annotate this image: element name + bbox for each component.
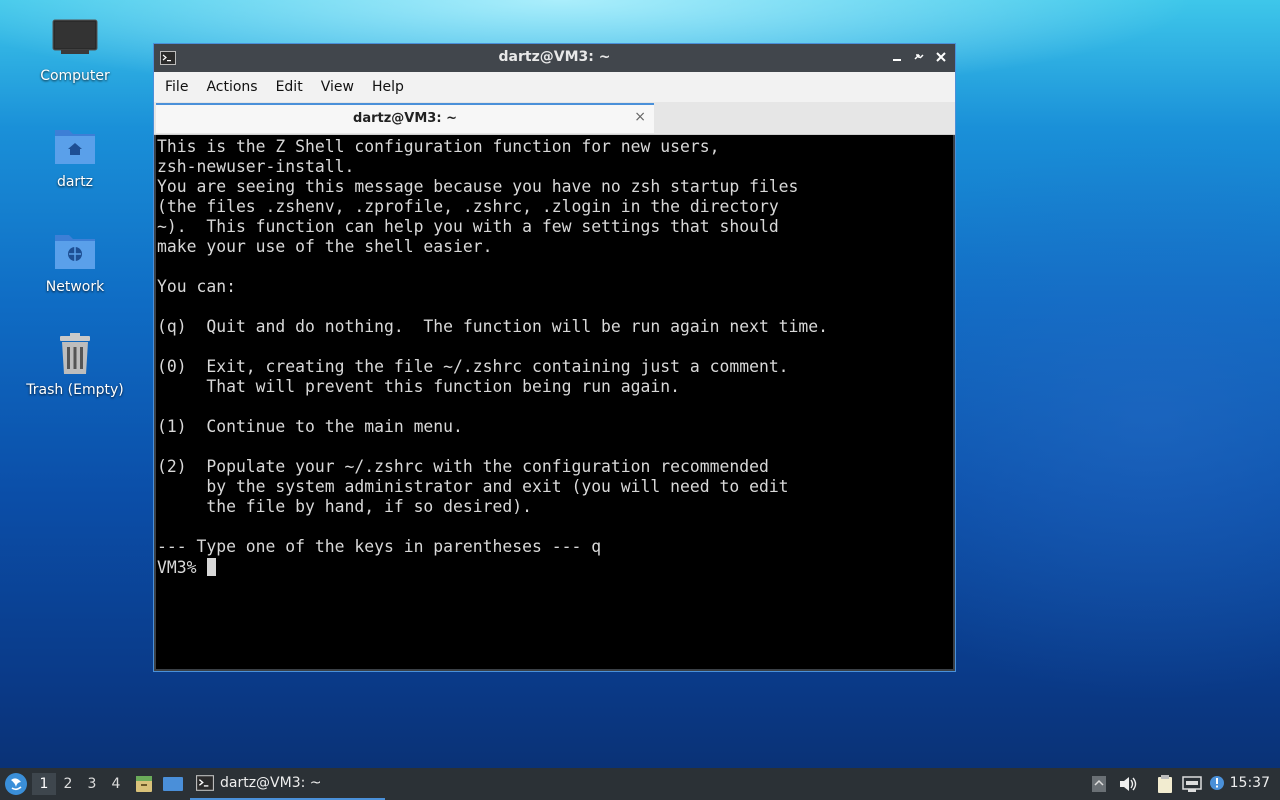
maximize-icon bbox=[914, 54, 924, 60]
desktop-icon-label: dartz bbox=[56, 174, 94, 190]
volume-icon bbox=[1120, 777, 1137, 791]
computer-icon bbox=[51, 16, 99, 64]
terminal-output: This is the Z Shell configuration functi… bbox=[157, 137, 829, 556]
text-cursor bbox=[207, 558, 217, 576]
close-button[interactable] bbox=[933, 48, 949, 66]
menu-bar: File Actions Edit View Help bbox=[154, 72, 955, 102]
workspace-3[interactable]: 3 bbox=[80, 776, 104, 792]
terminal-window: dartz@VM3: ~ File Actions Edit View Help… bbox=[153, 43, 956, 672]
file-manager-launcher[interactable] bbox=[134, 768, 154, 800]
desktop-icon-computer[interactable]: Computer bbox=[25, 16, 125, 84]
start-menu-button[interactable] bbox=[4, 768, 28, 800]
lxqt-logo-icon bbox=[5, 773, 27, 795]
desktop-icon-network[interactable]: Network bbox=[25, 227, 125, 295]
window-titlebar[interactable]: dartz@VM3: ~ bbox=[154, 44, 955, 72]
menu-file[interactable]: File bbox=[156, 79, 197, 95]
terminal-icon bbox=[196, 775, 214, 791]
workspace-1[interactable]: 1 bbox=[32, 773, 56, 795]
network-status-button[interactable] bbox=[1182, 768, 1202, 800]
network-wired-icon bbox=[1182, 776, 1202, 792]
close-icon bbox=[936, 52, 946, 62]
terminal-area[interactable]: This is the Z Shell configuration functi… bbox=[156, 135, 953, 669]
desktop-icon-label: Network bbox=[45, 279, 105, 295]
network-folder-icon bbox=[51, 227, 99, 275]
taskbar: 1 2 3 4 dartz@VM3: ~ 15:37 bbox=[0, 768, 1280, 800]
chevron-up-icon bbox=[1092, 776, 1106, 792]
tab-bar: dartz@VM3: ~ × bbox=[154, 102, 955, 135]
tray-expand-button[interactable] bbox=[1091, 768, 1107, 800]
clock[interactable]: 15:37 bbox=[1230, 775, 1270, 791]
workspace-4[interactable]: 4 bbox=[104, 776, 128, 792]
tab-label: dartz@VM3: ~ bbox=[353, 111, 457, 126]
menu-actions[interactable]: Actions bbox=[197, 79, 266, 95]
minimize-icon bbox=[893, 59, 901, 61]
workspace-2[interactable]: 2 bbox=[56, 776, 80, 792]
info-icon bbox=[1210, 776, 1224, 790]
tab-terminal[interactable]: dartz@VM3: ~ × bbox=[156, 103, 654, 133]
menu-view[interactable]: View bbox=[312, 79, 363, 95]
minimize-button[interactable] bbox=[889, 48, 905, 66]
window-title: dartz@VM3: ~ bbox=[498, 49, 611, 65]
task-label: dartz@VM3: ~ bbox=[220, 775, 322, 791]
file-cabinet-icon bbox=[136, 776, 152, 792]
maximize-button[interactable] bbox=[911, 48, 927, 66]
shell-prompt: VM3% bbox=[157, 557, 207, 577]
desktop-icon-home[interactable]: dartz bbox=[25, 122, 125, 190]
home-folder-icon bbox=[51, 122, 99, 170]
menu-edit[interactable]: Edit bbox=[267, 79, 312, 95]
desktop-icon-trash[interactable]: Trash (Empty) bbox=[25, 330, 125, 398]
tab-close-icon[interactable]: × bbox=[634, 109, 646, 125]
taskbar-task-terminal[interactable]: dartz@VM3: ~ bbox=[190, 768, 385, 800]
updates-button[interactable] bbox=[1208, 768, 1226, 800]
desktop-icon-label: Trash (Empty) bbox=[26, 382, 124, 398]
clipboard-icon bbox=[1158, 775, 1172, 793]
prompt-line[interactable]: VM3% bbox=[156, 557, 953, 577]
desktop-icon bbox=[163, 777, 183, 791]
trash-icon bbox=[51, 330, 99, 378]
clipboard-button[interactable] bbox=[1156, 768, 1174, 800]
show-desktop-button[interactable] bbox=[162, 768, 184, 800]
desktop-icon-label: Computer bbox=[40, 68, 110, 84]
menu-help[interactable]: Help bbox=[363, 79, 413, 95]
volume-button[interactable] bbox=[1118, 768, 1138, 800]
